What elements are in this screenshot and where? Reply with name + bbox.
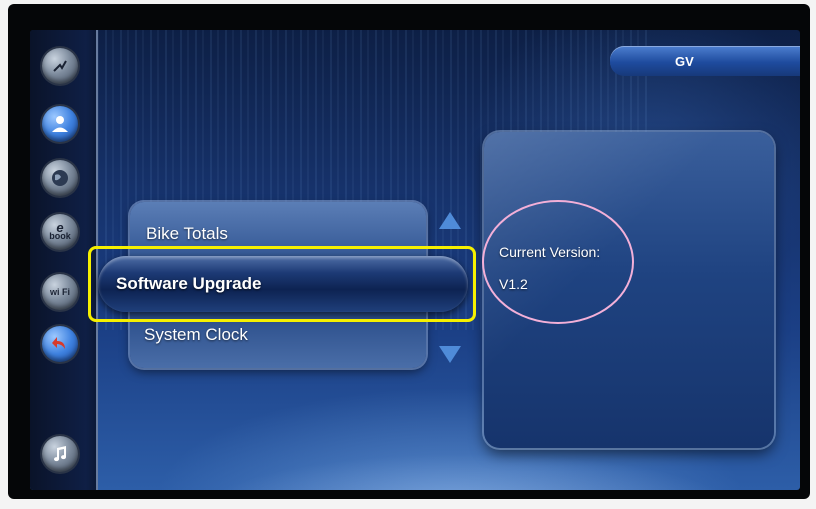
menu-item-system-clock[interactable]: System Clock [144,325,248,345]
wifi-label: wi Fi [50,286,70,297]
ebook-icon[interactable]: e book [42,214,78,250]
globe-glyph [52,170,68,186]
back-arrow-icon[interactable] [42,326,78,362]
dashboard-icon[interactable] [42,48,78,84]
dashboard-glyph [53,60,67,72]
wifi-icon[interactable]: wi Fi [42,274,78,310]
menu-item-software-upgrade-label: Software Upgrade [116,274,262,293]
music-note-icon[interactable] [42,436,78,472]
globe-icon[interactable] [42,160,78,196]
ebook-label-bottom: book [49,231,71,241]
sidebar: e book wi Fi [30,30,98,490]
music-note-glyph [54,446,67,462]
gv-tab-label: GV [675,53,694,69]
scroll-up-arrow-icon[interactable] [439,212,461,229]
current-version-label: Current Version: [499,244,601,260]
back-arrow-glyph [52,337,65,349]
scroll-down-arrow-icon[interactable] [439,346,461,363]
ebook-label: e book [49,221,71,241]
user-glyph [52,116,68,132]
menu-item-bike-totals[interactable]: Bike Totals [146,224,228,244]
current-version-value: V1.2 [499,276,528,292]
user-profile-icon[interactable] [42,106,78,142]
menu-item-software-upgrade[interactable]: Software Upgrade [98,256,468,312]
gv-tab[interactable]: GV [610,46,800,76]
screen: e book wi Fi GV Bike Totals System Clock… [30,30,800,490]
